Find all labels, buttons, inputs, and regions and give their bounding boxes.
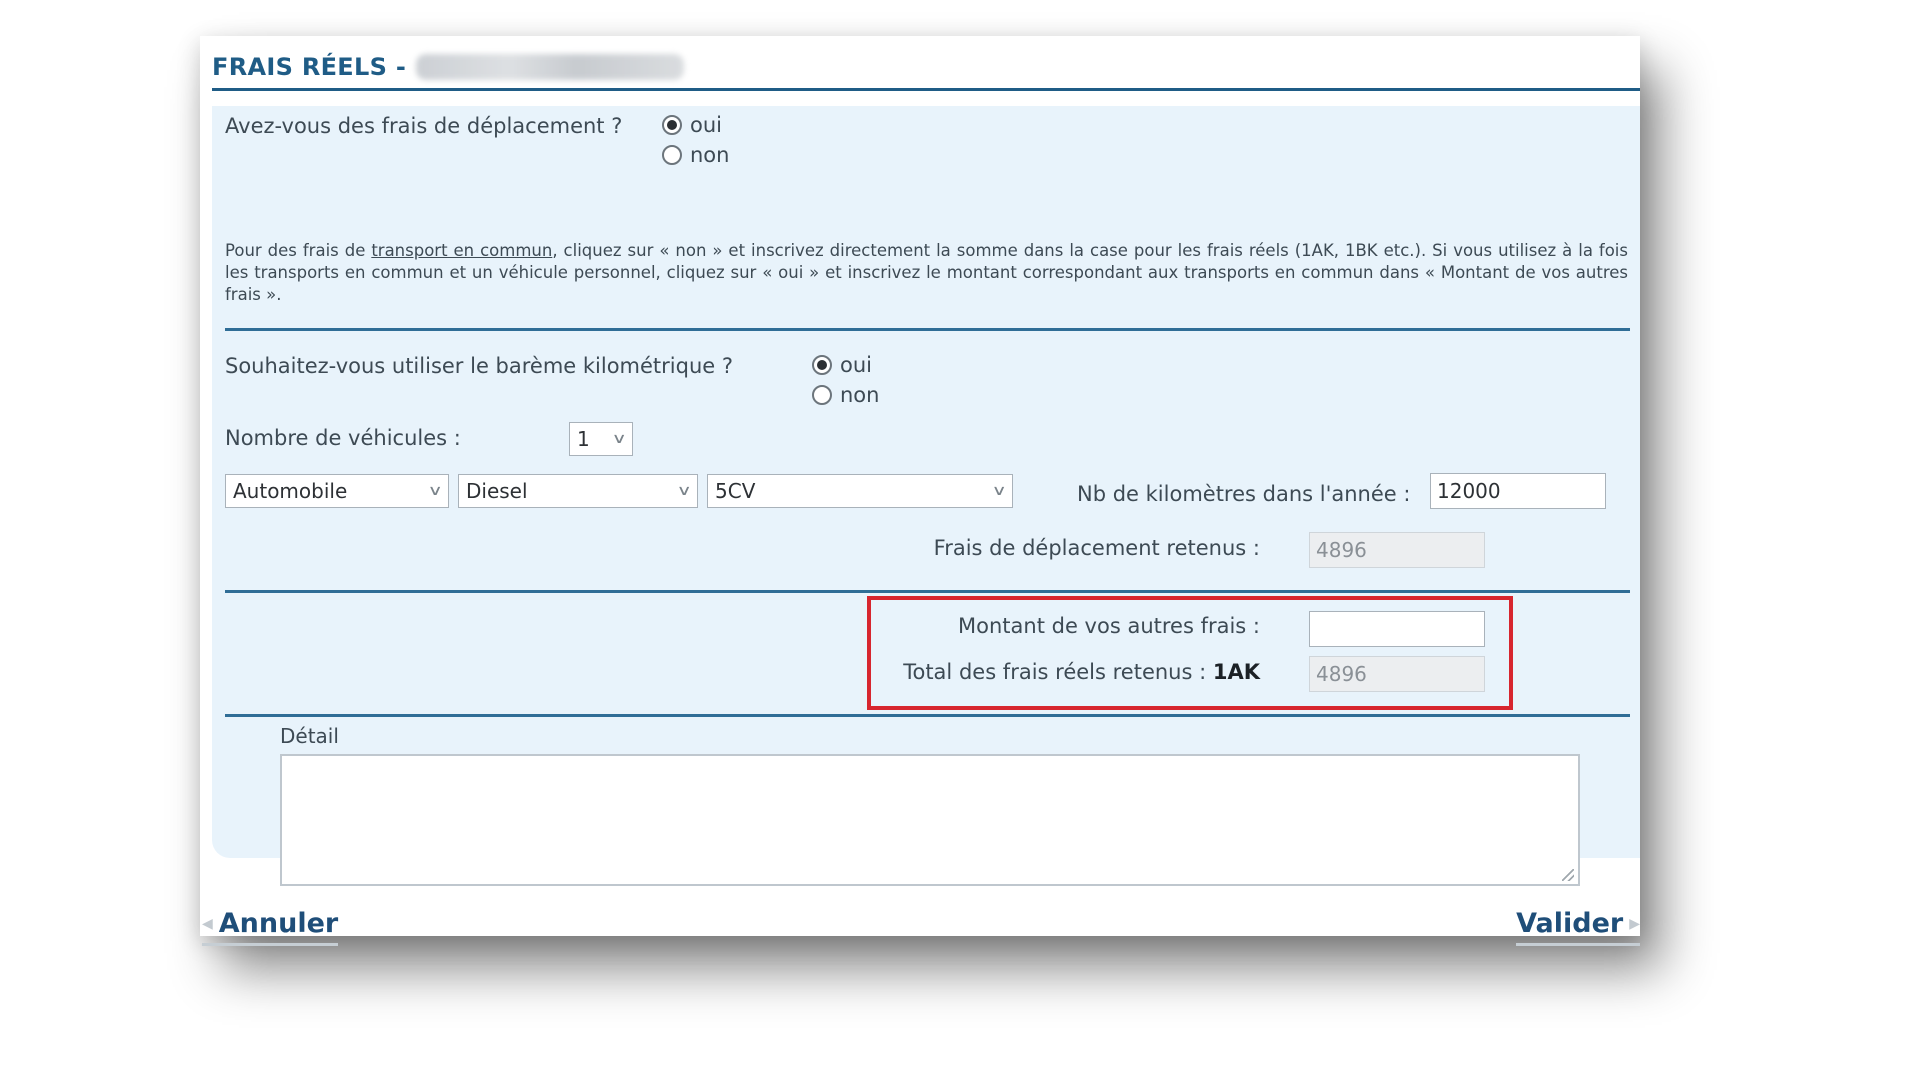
cancel-label: Annuler	[218, 908, 339, 939]
total-frais-label: Total des frais réels retenus : 1AK	[892, 660, 1260, 684]
section-divider-2	[225, 590, 1630, 593]
chevron-down-icon: ∨	[676, 483, 692, 499]
total-frais-label-text: Total des frais réels retenus :	[903, 660, 1207, 684]
fiscal-power-select[interactable]: 5CV ∨	[707, 474, 1013, 508]
section-divider-1	[225, 328, 1630, 331]
radio-label-non: non	[840, 383, 880, 407]
frais-reels-dialog: FRAIS RÉELS - Avez-vous des frais de dép…	[200, 36, 1640, 946]
total-frais-code: 1AK	[1212, 660, 1260, 684]
deplacement-question: Avez-vous des frais de déplacement ?	[225, 114, 623, 138]
detail-label: Détail	[280, 724, 339, 748]
fuel-type-select[interactable]: Diesel ∨	[458, 474, 698, 508]
radio-label-non: non	[690, 143, 730, 167]
deplacement-radio-group: oui non	[662, 112, 729, 168]
radio-oui-checked[interactable]	[662, 115, 682, 135]
total-frais-value: 4896	[1309, 656, 1485, 692]
deplacement-option-non[interactable]: non	[662, 142, 729, 168]
chevron-down-icon: ∨	[991, 483, 1007, 499]
fiscal-power-value: 5CV	[715, 479, 756, 503]
deplacement-option-oui[interactable]: oui	[662, 112, 729, 138]
radio-oui-checked[interactable]	[812, 355, 832, 375]
autres-frais-input[interactable]	[1309, 611, 1485, 647]
vehicules-count-select[interactable]: 1 ∨	[569, 422, 633, 456]
radio-label-oui: oui	[840, 353, 872, 377]
vehicules-count-value: 1	[577, 427, 590, 451]
frais-retenus-value: 4896	[1309, 532, 1485, 568]
bareme-option-non[interactable]: non	[812, 382, 879, 408]
validate-label: Valider	[1516, 908, 1624, 939]
transport-en-commun-link[interactable]: transport en commun	[371, 241, 552, 260]
chevron-right-icon: ▶	[1629, 915, 1640, 932]
radio-non[interactable]	[812, 385, 832, 405]
dialog-title-text: FRAIS RÉELS -	[212, 53, 407, 81]
radio-label-oui: oui	[690, 113, 722, 137]
title-divider	[212, 88, 1640, 91]
chevron-left-icon: ◀	[202, 915, 213, 932]
section-divider-3	[225, 714, 1630, 717]
chevron-down-icon: ∨	[427, 483, 443, 499]
dialog-title: FRAIS RÉELS -	[212, 46, 1640, 88]
fuel-type-value: Diesel	[466, 479, 528, 503]
bareme-question: Souhaitez-vous utiliser le barème kilomé…	[225, 354, 734, 378]
vehicle-type-select[interactable]: Automobile ∨	[225, 474, 449, 508]
autres-frais-label: Montant de vos autres frais :	[958, 614, 1260, 638]
vehicules-label: Nombre de véhicules :	[225, 426, 461, 450]
chevron-down-icon: ∨	[611, 431, 627, 447]
bareme-option-oui[interactable]: oui	[812, 352, 879, 378]
vehicle-type-value: Automobile	[233, 479, 348, 503]
form-panel: Avez-vous des frais de déplacement ? oui…	[212, 106, 1640, 886]
info-prefix: Pour des frais de	[225, 241, 372, 260]
frais-retenus-label: Frais de déplacement retenus :	[933, 536, 1260, 560]
bareme-radio-group: oui non	[812, 352, 879, 408]
cancel-button[interactable]: ◀ Annuler	[202, 908, 339, 946]
radio-non[interactable]	[662, 145, 682, 165]
transport-info-text: Pour des frais de transport en commun, c…	[225, 240, 1628, 306]
resize-handle-icon[interactable]	[1562, 869, 1574, 881]
km-label: Nb de kilomètres dans l'année :	[1077, 482, 1411, 506]
redacted-name	[416, 54, 685, 80]
detail-textarea[interactable]	[280, 754, 1580, 886]
validate-button[interactable]: Valider ▶	[1516, 908, 1640, 946]
km-input[interactable]: 12000	[1430, 473, 1606, 509]
